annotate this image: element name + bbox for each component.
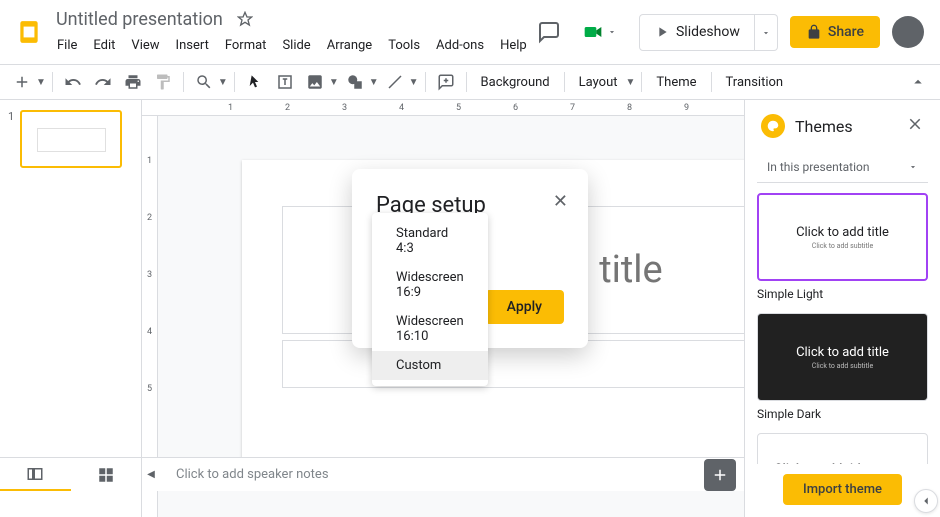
apply-button[interactable]: Apply xyxy=(485,290,564,324)
dialog-overlay: Page setup ✕ Standard 4:3 Widescreen 16:… xyxy=(0,0,940,517)
close-icon[interactable]: ✕ xyxy=(553,191,568,212)
option-widescreen-169[interactable]: Widescreen 16:9 xyxy=(372,263,488,307)
page-setup-dialog: Page setup ✕ Standard 4:3 Widescreen 16:… xyxy=(352,169,588,348)
option-standard-43[interactable]: Standard 4:3 xyxy=(372,219,488,263)
option-widescreen-1610[interactable]: Widescreen 16:10 xyxy=(372,307,488,351)
option-custom[interactable]: Custom xyxy=(372,351,488,380)
dimensions-dropdown-menu: Standard 4:3 Widescreen 16:9 Widescreen … xyxy=(372,213,488,386)
